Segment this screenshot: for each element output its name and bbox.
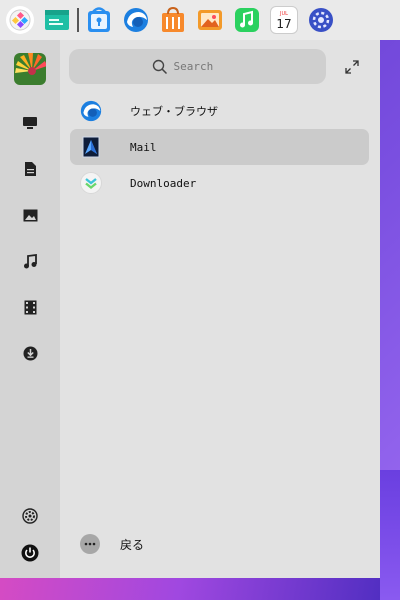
search-input[interactable] xyxy=(173,60,244,73)
shopping-bag-icon[interactable] xyxy=(159,6,187,34)
music-icon[interactable] xyxy=(20,251,40,271)
calendar-icon[interactable]: JUL 17 xyxy=(270,6,298,34)
downloads-icon[interactable] xyxy=(20,343,40,363)
app-item-mail[interactable]: Mail xyxy=(70,129,369,165)
app-item-label: Downloader xyxy=(130,176,197,190)
back-button[interactable]: 戻る xyxy=(80,534,144,554)
avatar[interactable] xyxy=(14,53,46,85)
photo-gallery-icon[interactable] xyxy=(196,6,224,34)
app-item-web-browser[interactable]: ウェブ・ブラウザ xyxy=(70,93,369,129)
app-item-label: Mail xyxy=(130,140,157,154)
top-dock: JUL 17 xyxy=(0,0,400,40)
search-icon xyxy=(152,59,167,74)
calendar-day: 17 xyxy=(276,16,292,31)
expand-icon[interactable] xyxy=(341,56,363,78)
web-browser-icon[interactable] xyxy=(122,6,150,34)
videos-icon[interactable] xyxy=(20,297,40,317)
pictures-icon[interactable] xyxy=(20,205,40,225)
music-icon[interactable] xyxy=(233,6,261,34)
file-manager-icon[interactable] xyxy=(43,6,71,34)
settings-icon[interactable] xyxy=(20,506,40,526)
sidebar xyxy=(0,40,60,578)
application-menu: ウェブ・ブラウザ Mail Downloader xyxy=(0,40,380,578)
settings-icon[interactable] xyxy=(307,6,335,34)
downloader-icon xyxy=(80,172,102,194)
app-list: ウェブ・ブラウザ Mail Downloader xyxy=(70,93,369,201)
app-menu-icon[interactable] xyxy=(6,6,34,34)
search-box[interactable] xyxy=(69,49,326,84)
back-label: 戻る xyxy=(120,537,145,552)
wallpaper-edge xyxy=(380,470,400,600)
computer-icon[interactable] xyxy=(20,113,40,133)
more-icon xyxy=(80,534,100,554)
app-item-label: ウェブ・ブラウザ xyxy=(130,105,218,118)
app-item-downloader[interactable]: Downloader xyxy=(70,165,369,201)
mail-icon xyxy=(80,136,102,158)
browser-icon xyxy=(80,100,102,122)
power-icon[interactable] xyxy=(20,543,40,563)
documents-icon[interactable] xyxy=(20,159,40,179)
dock-separator xyxy=(77,8,79,32)
app-store-icon[interactable] xyxy=(85,6,113,34)
